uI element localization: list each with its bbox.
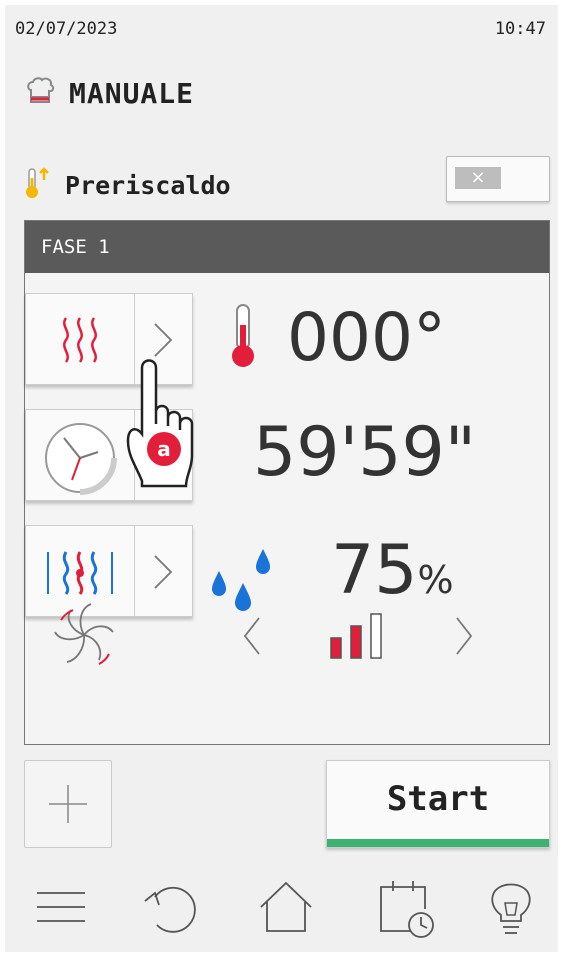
thermometer-up-icon [25,166,51,204]
fan-speed-level [325,608,387,664]
heat-waves-icon [26,294,134,384]
bottom-nav [5,875,558,945]
clock-icon [26,410,134,500]
fan-icon [47,598,121,676]
hint-badge: a [157,437,171,461]
preheat-label: Preriscaldo [65,170,231,200]
start-indicator [327,839,549,847]
tap-hint: a [120,346,206,500]
schedule-icon[interactable] [371,875,441,939]
undo-icon[interactable] [135,875,205,939]
fan-level-bar [330,637,342,659]
temperature-value[interactable]: 000° [287,299,446,376]
fan-level-bar [350,625,362,659]
fan-level-bar [370,613,382,659]
add-phase-button[interactable] [24,760,112,848]
home-icon[interactable] [251,875,321,939]
date: 02/07/2023 [15,19,118,39]
page-title: MANUALE [69,76,195,110]
fan-increase-button[interactable] [443,608,483,664]
thermometer-icon [225,301,261,375]
phase-panel: FASE 1 000° 59'59" 75% a [24,220,550,745]
fan-decrease-button[interactable] [233,608,273,664]
preheat-toggle[interactable]: × [446,156,550,202]
status-bar: 02/07/2023 10:47 [5,19,558,43]
tips-icon[interactable] [481,875,551,939]
start-label: Start [386,779,490,819]
chef-hat-icon [25,76,55,110]
menu-icon[interactable] [29,875,99,939]
start-button[interactable]: Start [326,760,550,848]
screen: 02/07/2023 10:47 MANUALE Preriscaldo × F… [5,5,558,952]
toggle-off-icon: × [455,167,501,189]
time-value[interactable]: 59'59" [253,413,476,492]
phase-title: FASE 1 [25,221,549,273]
mode-title: MANUALE [25,73,194,113]
preheat-row: Preriscaldo [25,165,231,205]
clock: 10:47 [494,19,546,39]
fan-row [25,586,549,686]
